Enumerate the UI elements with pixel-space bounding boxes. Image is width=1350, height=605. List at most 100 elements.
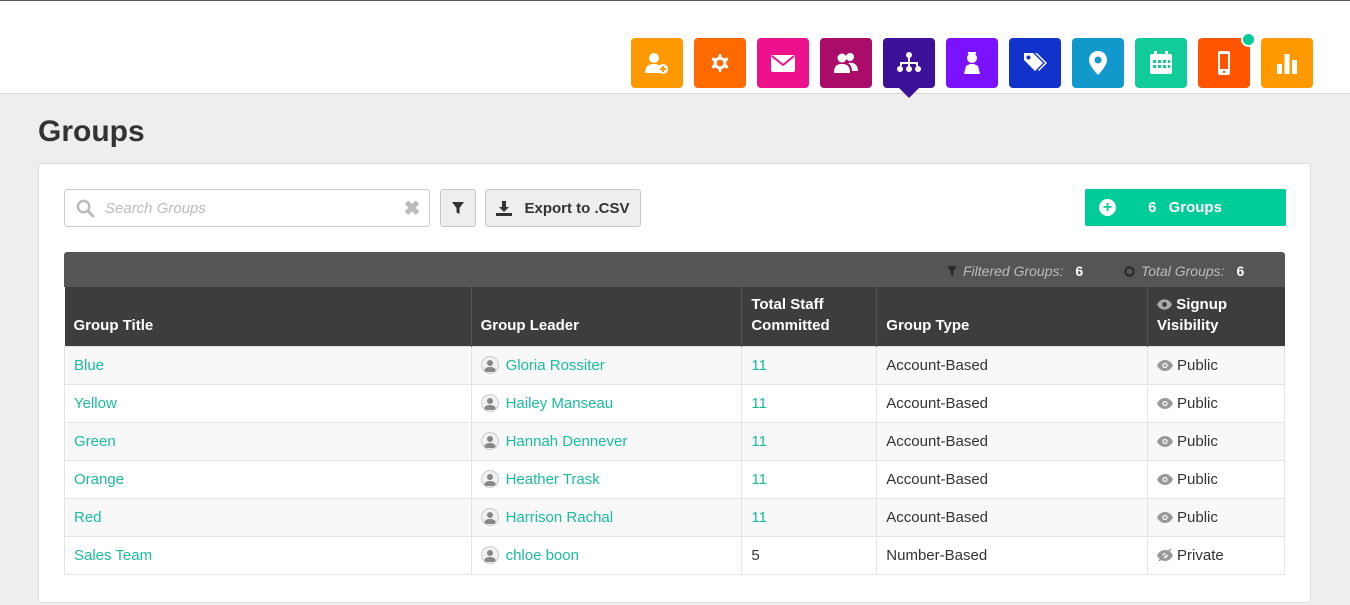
visibility-value: Public bbox=[1177, 394, 1218, 412]
total-staff-cell: 11 bbox=[741, 383, 878, 423]
group-type-cell: Account-Based bbox=[876, 345, 1149, 385]
group-type-cell: Account-Based bbox=[876, 383, 1149, 423]
group-title-cell: Yellow bbox=[64, 383, 472, 423]
group-type-value: Account-Based bbox=[886, 394, 989, 412]
group-leader-cell: Harrison Rachal bbox=[470, 497, 743, 537]
group-leader-link[interactable]: Harrison Rachal bbox=[506, 509, 614, 526]
total-staff-cell: 5 bbox=[741, 535, 878, 575]
table-row: Red Harrison Rachal 11 Account-Based Public bbox=[64, 497, 1285, 537]
download-icon bbox=[496, 200, 513, 216]
users-icon bbox=[834, 53, 858, 73]
gear-icon bbox=[711, 54, 729, 72]
eye-icon bbox=[1157, 397, 1174, 409]
group-title-link[interactable]: Green bbox=[74, 433, 116, 450]
group-title-link[interactable]: Red bbox=[74, 509, 102, 526]
group-type-cell: Account-Based bbox=[876, 459, 1149, 499]
group-leader-link[interactable]: Hannah Dennever bbox=[506, 433, 628, 450]
total-staff-cell: 11 bbox=[741, 345, 878, 385]
page-title: Groups bbox=[38, 115, 145, 148]
group-title-cell: Blue bbox=[64, 345, 472, 385]
eye-icon bbox=[1157, 359, 1174, 371]
plus-circle-icon: + bbox=[1099, 199, 1116, 216]
signup-visibility-cell: Public bbox=[1147, 459, 1285, 499]
funnel-icon bbox=[947, 265, 957, 276]
groups-count: 6 bbox=[1148, 199, 1157, 216]
total-staff-value[interactable]: 11 bbox=[751, 395, 767, 412]
group-leader-link[interactable]: Hailey Manseau bbox=[506, 395, 614, 412]
total-groups-summary: Total Groups: 6 bbox=[1124, 263, 1244, 279]
nav-users-button[interactable] bbox=[820, 38, 872, 88]
group-leader-cell: Hailey Manseau bbox=[470, 383, 743, 423]
header-total-staff[interactable]: Total Staff Committed bbox=[741, 287, 878, 346]
total-staff-value: 5 bbox=[751, 546, 760, 564]
group-type-value: Account-Based bbox=[886, 432, 989, 450]
header-group-type[interactable]: Group Type bbox=[876, 287, 1149, 346]
group-leader-link[interactable]: Heather Trask bbox=[506, 471, 600, 488]
map-pin-icon bbox=[1089, 51, 1107, 75]
export-csv-button[interactable]: Export to .CSV bbox=[485, 189, 641, 227]
total-staff-cell: 11 bbox=[741, 421, 878, 461]
search-icon bbox=[65, 199, 105, 218]
envelope-icon bbox=[771, 55, 795, 72]
group-leader-link[interactable]: Gloria Rossiter bbox=[506, 357, 605, 374]
header-group-leader[interactable]: Group Leader bbox=[471, 287, 743, 346]
filtered-groups-summary: Filtered Groups: 6 bbox=[947, 263, 1083, 279]
group-title-link[interactable]: Blue bbox=[74, 357, 104, 374]
total-staff-value[interactable]: 11 bbox=[751, 433, 767, 450]
group-title-cell: Red bbox=[64, 497, 472, 537]
total-staff-value[interactable]: 11 bbox=[751, 509, 767, 526]
header-group-title[interactable]: Group Title bbox=[64, 287, 472, 346]
visibility-value: Public bbox=[1177, 432, 1218, 450]
nav-mobile-button[interactable] bbox=[1198, 32, 1256, 88]
group-leader-cell: chloe boon bbox=[470, 535, 743, 575]
eye-icon bbox=[1157, 511, 1174, 523]
avatar bbox=[480, 394, 499, 412]
add-group-button[interactable]: + 6 Groups bbox=[1085, 189, 1286, 226]
group-title-cell: Green bbox=[64, 421, 472, 461]
group-title-cell: Orange bbox=[64, 459, 472, 499]
total-staff-value[interactable]: 11 bbox=[751, 471, 767, 488]
header-signup-visibility[interactable]: Signup Visibility bbox=[1147, 287, 1285, 346]
total-staff-cell: 11 bbox=[741, 497, 878, 537]
filtered-count: 6 bbox=[1075, 263, 1084, 279]
signup-visibility-cell: Public bbox=[1147, 345, 1285, 385]
search-input[interactable] bbox=[105, 199, 395, 217]
group-type-value: Account-Based bbox=[886, 356, 989, 374]
group-title-link[interactable]: Yellow bbox=[74, 395, 117, 412]
filter-button[interactable] bbox=[440, 189, 476, 227]
group-title-link[interactable]: Orange bbox=[74, 471, 124, 488]
group-type-cell: Account-Based bbox=[876, 421, 1149, 461]
nav-map-pin-button[interactable] bbox=[1072, 38, 1124, 88]
group-leader-cell: Hannah Dennever bbox=[470, 421, 743, 461]
avatar bbox=[480, 356, 499, 374]
table-row: Yellow Hailey Manseau 11 Account-Based Publi… bbox=[64, 383, 1285, 423]
nav-chess-king-button[interactable] bbox=[946, 38, 998, 88]
tags-icon bbox=[1024, 53, 1047, 71]
total-staff-value[interactable]: 11 bbox=[751, 357, 767, 374]
groups-summary-bar: Filtered Groups: 6 Total Groups: 6 bbox=[64, 252, 1285, 287]
table-row: Green Hannah Dennever 11 Account-Based Publi… bbox=[64, 421, 1285, 461]
group-leader-link[interactable]: chloe boon bbox=[506, 547, 579, 564]
export-label: Export to .CSV bbox=[524, 199, 630, 217]
nav-tags-button[interactable] bbox=[1009, 38, 1061, 88]
nav-envelope-button[interactable] bbox=[757, 38, 809, 88]
hierarchy-icon bbox=[897, 52, 921, 72]
visibility-value: Public bbox=[1177, 356, 1218, 374]
top-bar bbox=[0, 0, 1350, 98]
nav-bar-chart-button[interactable] bbox=[1261, 38, 1313, 88]
eye-icon bbox=[1157, 473, 1174, 485]
group-type-cell: Number-Based bbox=[876, 535, 1149, 575]
nav-calendar-button[interactable] bbox=[1135, 38, 1187, 88]
eye-slash-icon bbox=[1157, 549, 1174, 561]
clear-search-icon[interactable]: ✖ bbox=[395, 196, 429, 221]
table-header-row: Group Title Group Leader Total Staff Com… bbox=[64, 287, 1285, 346]
group-title-link[interactable]: Sales Team bbox=[74, 547, 152, 564]
eye-icon bbox=[1157, 435, 1174, 447]
total-count: 6 bbox=[1236, 263, 1245, 279]
group-type-cell: Account-Based bbox=[876, 497, 1149, 537]
nav-add-user-button[interactable] bbox=[631, 38, 683, 88]
group-leader-cell: Gloria Rossiter bbox=[470, 345, 743, 385]
nav-gear-button[interactable] bbox=[694, 38, 746, 88]
total-staff-cell: 11 bbox=[741, 459, 878, 499]
nav-hierarchy-button[interactable] bbox=[883, 38, 935, 98]
